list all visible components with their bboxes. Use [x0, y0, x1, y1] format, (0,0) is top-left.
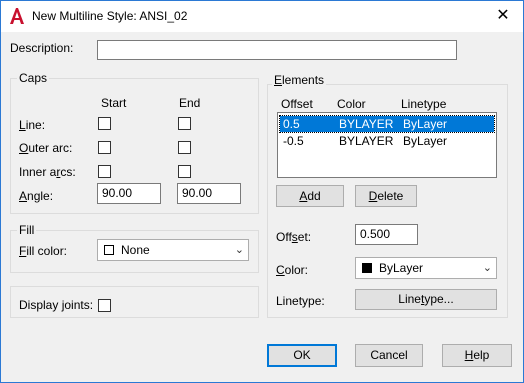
caps-inner-arcs-end-checkbox[interactable]: [178, 165, 191, 178]
delete-button[interactable]: Delete: [355, 185, 417, 207]
caps-angle-label: Angle:: [19, 189, 54, 203]
element-color: BYLAYER: [339, 134, 394, 148]
linetype-button[interactable]: Linetype...: [355, 289, 497, 310]
elements-group-title: Elements: [272, 73, 327, 87]
element-color-swatch: [362, 263, 372, 273]
caps-outer-arc-end-checkbox[interactable]: [178, 141, 191, 154]
caps-outer-arc-label: Outer arc:: [19, 141, 73, 155]
chevron-down-icon: ⌄: [234, 244, 244, 256]
elements-col-linetype: Linetype: [401, 97, 447, 111]
element-color: BYLAYER: [339, 117, 394, 131]
elements-list-item[interactable]: -0.5 BYLAYER ByLayer: [280, 133, 494, 149]
element-color-label: Color:: [276, 263, 309, 277]
close-icon[interactable]: ✕: [489, 4, 517, 28]
caps-group-title: Caps: [17, 71, 50, 85]
multiline-style-dialog: New Multiline Style: ANSI_02 ✕ Descripti…: [0, 0, 524, 383]
fill-color-dropdown[interactable]: None ⌄: [97, 239, 249, 261]
description-input[interactable]: [97, 40, 457, 60]
window-title: New Multiline Style: ANSI_02: [32, 9, 188, 23]
caps-outer-arc-start-checkbox[interactable]: [98, 141, 111, 154]
caps-line-label: Line:: [19, 118, 46, 132]
add-button[interactable]: Add: [276, 185, 344, 207]
fill-color-label: Fill color:: [19, 244, 68, 258]
caps-end-header: End: [179, 96, 201, 110]
element-offset-label: Offset:: [276, 230, 312, 244]
ok-button[interactable]: OK: [267, 344, 337, 367]
element-linetype: ByLayer: [403, 134, 448, 148]
display-joints-checkbox[interactable]: [98, 299, 111, 312]
element-offset-input[interactable]: 0.500: [355, 224, 418, 245]
caps-line-end-checkbox[interactable]: [178, 117, 191, 130]
description-label: Description:: [10, 41, 74, 55]
cancel-button[interactable]: Cancel: [355, 344, 423, 367]
chevron-down-icon: ⌄: [482, 262, 492, 274]
fill-color-value: None: [121, 243, 150, 257]
help-button[interactable]: Help: [442, 344, 512, 367]
display-joints-label: Display joints:: [19, 298, 94, 312]
title-bar[interactable]: New Multiline Style: ANSI_02 ✕: [1, 1, 523, 32]
elements-col-offset: Offset: [281, 97, 313, 111]
autocad-app-icon: [10, 8, 24, 24]
element-offset: 0.5: [283, 117, 300, 131]
element-linetype: ByLayer: [403, 117, 448, 131]
element-color-value: ByLayer: [379, 261, 424, 275]
elements-col-color: Color: [337, 97, 366, 111]
elements-list[interactable]: 0.5 BYLAYER ByLayer -0.5 BYLAYER ByLayer: [277, 112, 497, 178]
caps-inner-arcs-start-checkbox[interactable]: [98, 165, 111, 178]
element-offset: -0.5: [283, 134, 304, 148]
element-color-dropdown[interactable]: ByLayer ⌄: [355, 257, 497, 279]
element-linetype-label: Linetype:: [276, 294, 325, 308]
fill-group-title: Fill: [17, 223, 37, 237]
caps-angle-end-input[interactable]: 90.00: [177, 183, 241, 204]
caps-start-header: Start: [101, 96, 127, 110]
caps-inner-arcs-label: Inner arcs:: [19, 165, 76, 179]
caps-angle-start-input[interactable]: 90.00: [97, 183, 161, 204]
caps-line-start-checkbox[interactable]: [98, 117, 111, 130]
elements-list-item[interactable]: 0.5 BYLAYER ByLayer: [279, 115, 495, 133]
fill-color-swatch: [104, 245, 114, 255]
